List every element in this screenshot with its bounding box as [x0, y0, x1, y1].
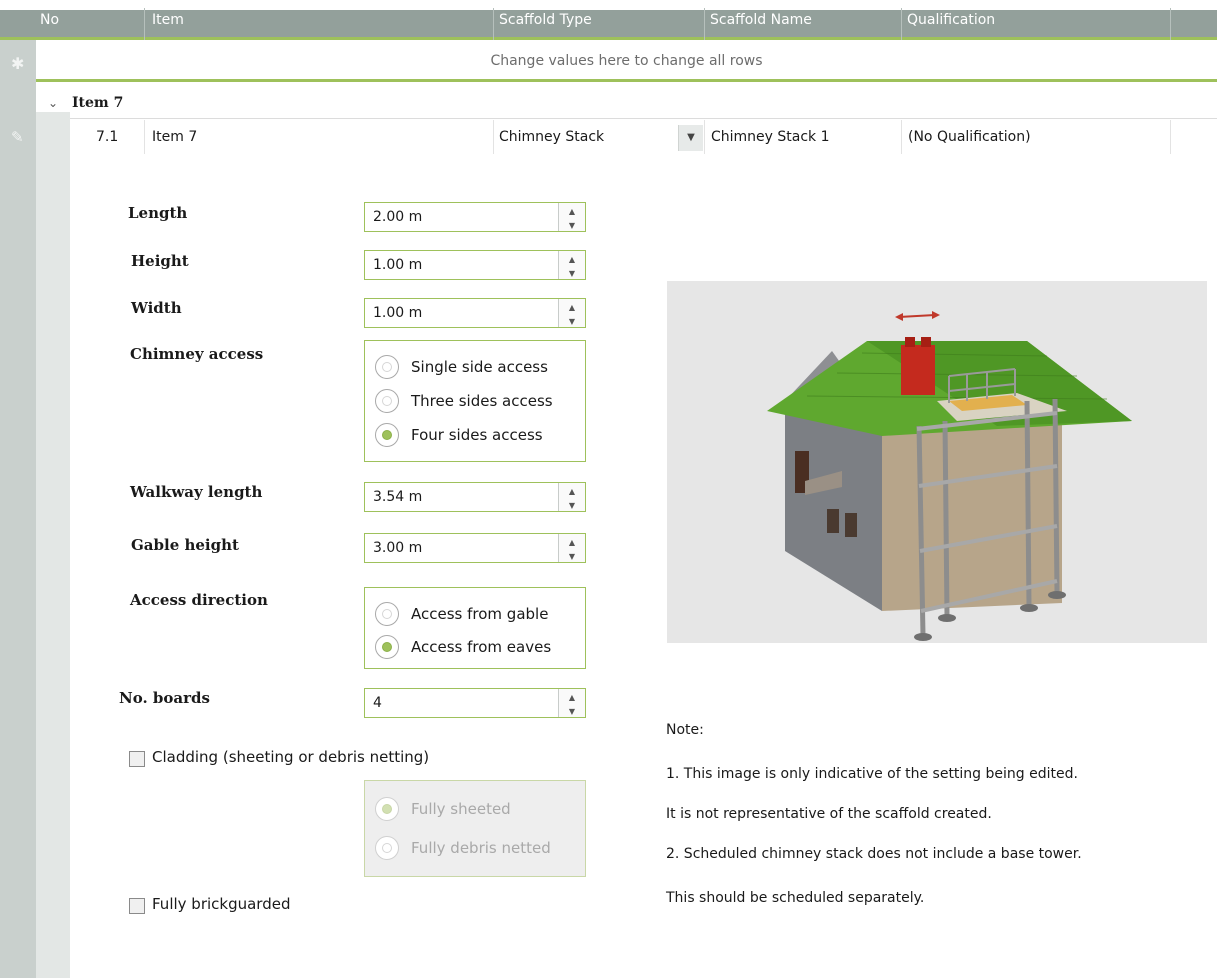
column-header-scaffold-type[interactable]: Scaffold Type	[499, 12, 592, 28]
spin-buttons[interactable]: ▲ ▼	[558, 299, 585, 327]
height-spinner[interactable]: 1.00 m ▲ ▼	[364, 250, 586, 280]
length-label: Length	[128, 204, 188, 222]
new-row-hint[interactable]: Change values here to change all rows	[36, 43, 1217, 82]
row-scaffold-name[interactable]: Chimney Stack 1	[711, 120, 830, 154]
new-row-icon: ✱	[11, 54, 25, 73]
cell-divider	[493, 120, 494, 154]
radio-circle[interactable]	[375, 389, 399, 413]
spin-buttons[interactable]: ▲ ▼	[558, 689, 585, 717]
note-line: 2. Scheduled chimney stack does not incl…	[666, 846, 1082, 862]
column-divider	[144, 8, 145, 40]
radio-label: Fully sheeted	[411, 800, 511, 818]
radio-label: Four sides access	[411, 426, 543, 444]
walkway-length-spinner[interactable]: 3.54 m ▲ ▼	[364, 482, 586, 512]
cell-divider	[144, 120, 145, 154]
scaffold-type-dropdown-button[interactable]: ▼	[678, 125, 703, 151]
group-title: Item 7	[72, 95, 124, 111]
gable-height-label: Gable height	[131, 536, 239, 554]
length-value[interactable]: 2.00 m	[373, 209, 422, 225]
walkway-length-value[interactable]: 3.54 m	[373, 489, 422, 505]
column-divider	[901, 8, 902, 40]
brickguarded-checkbox[interactable]	[129, 898, 145, 914]
note-heading: Note:	[666, 722, 704, 738]
walkway-length-label: Walkway length	[130, 483, 263, 501]
note-line: 1. This image is only indicative of the …	[666, 766, 1078, 782]
column-divider	[493, 8, 494, 40]
radio-label: Single side access	[411, 358, 548, 376]
radio-label: Access from gable	[411, 605, 549, 623]
column-header-scaffold-name[interactable]: Scaffold Name	[710, 12, 812, 28]
width-value[interactable]: 1.00 m	[373, 305, 422, 321]
radio-circle[interactable]	[375, 423, 399, 447]
chimney-stack-illustration	[667, 281, 1207, 643]
gable-height-spinner[interactable]: 3.00 m ▲ ▼	[364, 533, 586, 563]
cell-divider	[901, 120, 902, 154]
radio-label: Three sides access	[411, 392, 553, 410]
no-boards-label: No. boards	[119, 689, 210, 707]
no-boards-value[interactable]: 4	[373, 695, 382, 711]
header-top-strip	[0, 0, 1217, 10]
cladding-options-group: Fully sheeted Fully debris netted	[364, 780, 586, 877]
row-divider	[70, 118, 1217, 119]
column-divider	[1170, 8, 1171, 40]
column-header-qualification[interactable]: Qualification	[907, 12, 995, 28]
length-spinner[interactable]: 2.00 m ▲ ▼	[364, 202, 586, 232]
edit-row-icon: ✎	[11, 128, 24, 146]
row-item[interactable]: Item 7	[152, 120, 197, 154]
column-header-item[interactable]: Item	[152, 12, 184, 28]
height-value[interactable]: 1.00 m	[373, 257, 422, 273]
radio-label: Access from eaves	[411, 638, 552, 656]
radio-label: Fully debris netted	[411, 839, 551, 857]
height-label: Height	[131, 252, 189, 270]
house-scaffold-image	[767, 311, 1132, 641]
chimney-access-group: Single side access Three sides access Fo…	[364, 340, 586, 462]
radio-circle[interactable]	[375, 635, 399, 659]
cladding-label[interactable]: Cladding (sheeting or debris netting)	[152, 748, 429, 766]
radio-circle[interactable]	[375, 355, 399, 379]
cladding-checkbox[interactable]	[129, 751, 145, 767]
column-header-no[interactable]: No	[40, 12, 59, 28]
brickguarded-label[interactable]: Fully brickguarded	[152, 895, 290, 913]
note-line: This should be scheduled separately.	[666, 890, 925, 906]
width-spinner[interactable]: 1.00 m ▲ ▼	[364, 298, 586, 328]
gable-height-value[interactable]: 3.00 m	[373, 540, 422, 556]
width-label: Width	[131, 299, 182, 317]
spin-buttons[interactable]: ▲ ▼	[558, 534, 585, 562]
radio-circle[interactable]	[375, 797, 399, 821]
row-qualification[interactable]: (No Qualification)	[908, 120, 1031, 154]
spin-buttons[interactable]: ▲ ▼	[558, 251, 585, 279]
note-line: It is not representative of the scaffold…	[666, 806, 992, 822]
detail-indent-gutter	[36, 112, 70, 978]
chevron-down-icon[interactable]: ⌄	[48, 88, 58, 118]
cell-divider	[704, 120, 705, 154]
table-row[interactable]: 7.1 Item 7 Chimney Stack Chimney Stack 1…	[70, 120, 1217, 154]
radio-circle[interactable]	[375, 602, 399, 626]
spin-buttons[interactable]: ▲ ▼	[558, 483, 585, 511]
column-divider	[704, 8, 705, 40]
grid-header: No Item Scaffold Type Scaffold Name Qual…	[0, 0, 1217, 40]
access-direction-label: Access direction	[130, 591, 268, 609]
spin-buttons[interactable]: ▲ ▼	[558, 203, 585, 231]
row-no: 7.1	[96, 129, 119, 145]
row-scaffold-type[interactable]: Chimney Stack	[499, 120, 604, 154]
row-indicator-gutter	[0, 40, 36, 978]
chimney-access-label: Chimney access	[130, 345, 264, 363]
radio-circle[interactable]	[375, 836, 399, 860]
group-row[interactable]: ⌄ Item 7	[36, 88, 1217, 118]
no-boards-spinner[interactable]: 4 ▲ ▼	[364, 688, 586, 718]
cell-divider	[1170, 120, 1171, 154]
access-direction-group: Access from gable Access from eaves	[364, 587, 586, 669]
